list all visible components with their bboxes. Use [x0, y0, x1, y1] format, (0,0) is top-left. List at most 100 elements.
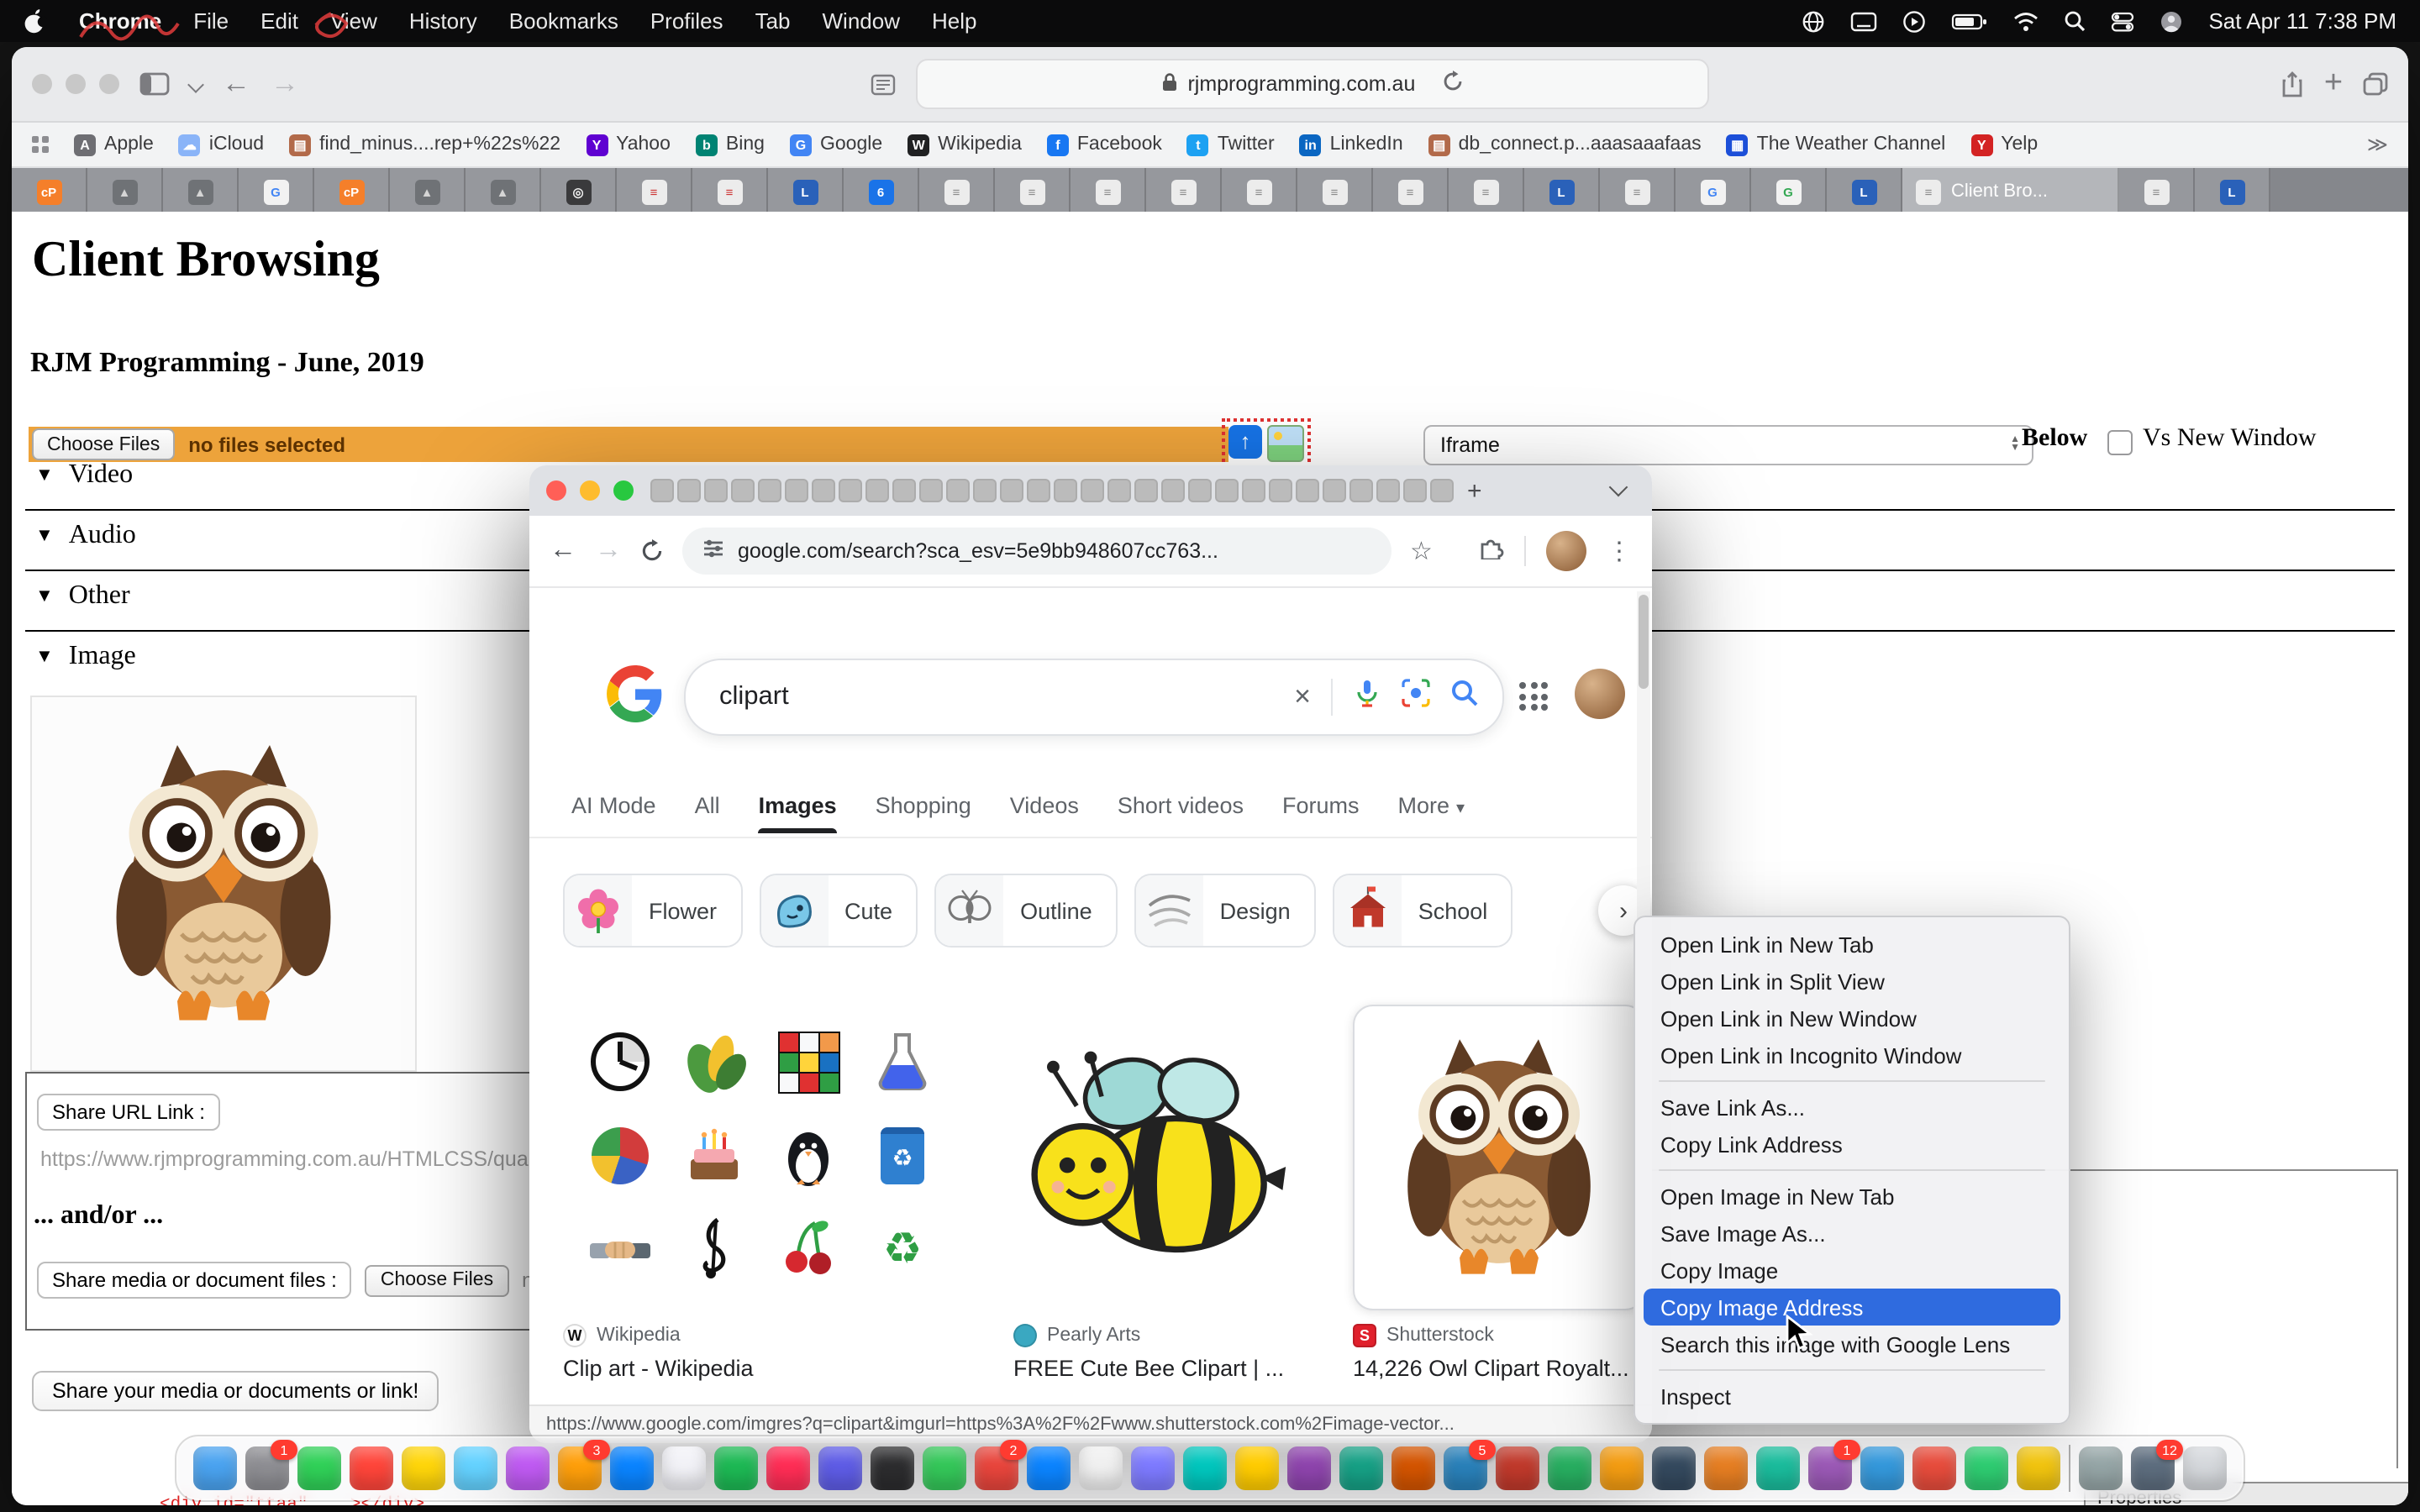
filter-chip[interactable]: Cute — [759, 874, 918, 948]
popup-tab-favicon[interactable] — [758, 479, 781, 502]
context-menu-item[interactable]: Open Link in New Tab — [1644, 926, 2060, 963]
menu-dots-icon[interactable]: ⋮ — [1607, 536, 1632, 566]
dock-app-icon[interactable] — [1652, 1446, 1696, 1490]
bookmarks-overflow-icon[interactable]: ≫ — [2367, 133, 2388, 156]
bookmark-item[interactable]: ▦The Weather Channel — [1727, 134, 1946, 155]
browser-tab[interactable]: cP — [314, 168, 390, 215]
result-tab[interactable]: Shopping — [876, 793, 971, 818]
browser-tab[interactable]: ≡ — [1071, 168, 1146, 215]
tab-overview-icon[interactable] — [2363, 72, 2388, 96]
window-controls[interactable] — [32, 74, 119, 94]
menu-item[interactable]: Profiles — [650, 8, 723, 34]
popup-window-controls[interactable] — [546, 480, 634, 501]
active-browser-tab[interactable]: ≡ Client Bro... — [1902, 168, 2119, 215]
popup-tab-favicon[interactable] — [1269, 479, 1292, 502]
result-tab[interactable]: More — [1398, 793, 1465, 818]
result-tab[interactable]: All — [695, 793, 720, 818]
menu-item[interactable]: Help — [932, 8, 977, 34]
popup-tab-favicon[interactable] — [704, 479, 728, 502]
dock-app-icon[interactable] — [2079, 1446, 2123, 1490]
dock-app-icon[interactable] — [1756, 1446, 1800, 1490]
dock-app-icon[interactable] — [2131, 1446, 2175, 1490]
result-tab[interactable]: Forums — [1282, 793, 1360, 818]
popup-tab-favicon[interactable] — [1000, 479, 1023, 502]
dock-app-icon[interactable] — [193, 1446, 237, 1490]
extensions-icon[interactable] — [1479, 534, 1504, 568]
browser-tab[interactable]: L — [1524, 168, 1600, 215]
dock-app-icon[interactable] — [1235, 1446, 1279, 1490]
section-other[interactable]: ▼Other — [35, 581, 130, 612]
apple-menu-icon[interactable] — [24, 8, 47, 34]
menu-item[interactable]: File — [193, 8, 229, 34]
zoom-window-icon[interactable] — [613, 480, 634, 501]
search-submit-icon[interactable] — [1450, 679, 1479, 716]
back-icon[interactable]: ← — [550, 536, 576, 566]
result-image-collage[interactable]: ♻ ♻ — [563, 1005, 960, 1307]
display-mode-select[interactable]: Iframe ▲▼ — [1423, 425, 2033, 465]
browser-tab[interactable]: ▲ — [390, 168, 466, 215]
browser-tab[interactable]: ≡ — [2119, 168, 2195, 215]
browser-tab[interactable]: ≡ — [617, 168, 692, 215]
result-caption[interactable]: Pearly Arts FREE Cute Bee Clipart | ... — [1013, 1324, 1400, 1381]
browser-tab[interactable]: ≡ — [995, 168, 1071, 215]
menu-item[interactable]: Bookmarks — [509, 8, 618, 34]
owl-image[interactable] — [30, 696, 417, 1072]
result-image-owl[interactable] — [1353, 1005, 1645, 1310]
popup-tab-favicon[interactable] — [865, 479, 889, 502]
filter-chip[interactable]: Design — [1134, 874, 1316, 948]
result-caption[interactable]: WWikipedia Clip art - Wikipedia — [563, 1324, 950, 1381]
search-query[interactable]: clipart — [719, 682, 1274, 712]
minimize-window-icon[interactable] — [66, 74, 86, 94]
menu-item[interactable]: Tab — [755, 8, 791, 34]
menu-item[interactable]: Edit — [260, 8, 298, 34]
drop-target[interactable]: ↑ — [1225, 422, 1307, 465]
result-caption[interactable]: SShutterstock 14,226 Owl Clipart Royalt.… — [1353, 1324, 1652, 1381]
browser-tab[interactable]: ≡ — [692, 168, 768, 215]
popup-tab-favicon[interactable] — [1403, 479, 1427, 502]
context-menu-item[interactable]: Open Image in New Tab — [1644, 1178, 2060, 1215]
dock-app-icon[interactable] — [2183, 1446, 2227, 1490]
context-menu-item[interactable]: Open Link in Split View — [1644, 963, 2060, 1000]
dock-app-icon[interactable] — [454, 1446, 497, 1490]
popup-tab-favicon[interactable] — [731, 479, 755, 502]
popup-new-tab-icon[interactable]: + — [1467, 476, 1482, 505]
dock-app-icon[interactable] — [2069, 1445, 2070, 1492]
google-lens-icon[interactable] — [1402, 679, 1430, 716]
result-tab[interactable]: AI Mode — [571, 793, 656, 818]
context-menu-item[interactable] — [1659, 1369, 2045, 1371]
dock-app-icon[interactable] — [1704, 1446, 1748, 1490]
filter-chip[interactable]: Outline — [934, 874, 1118, 948]
dock-app-icon[interactable] — [975, 1446, 1018, 1490]
filter-chip[interactable]: Flower — [563, 874, 742, 948]
vs-new-window-checkbox[interactable] — [2107, 430, 2133, 455]
browser-tab[interactable]: G — [239, 168, 314, 215]
dock-app-icon[interactable] — [1339, 1446, 1383, 1490]
browser-tab[interactable]: ▲ — [163, 168, 239, 215]
browser-tab[interactable]: ◎ — [541, 168, 617, 215]
dock-app-icon[interactable] — [1965, 1446, 2008, 1490]
tab-search-chevron-icon[interactable] — [1609, 478, 1628, 497]
browser-tab[interactable]: 6 — [844, 168, 919, 215]
bookmark-item[interactable]: GGoogle — [790, 134, 882, 155]
wifi-icon[interactable] — [2013, 11, 2039, 31]
dock-app-icon[interactable] — [871, 1446, 914, 1490]
menu-item[interactable]: View — [330, 8, 377, 34]
bookmark-item[interactable]: ☁iCloud — [179, 134, 264, 155]
menu-item[interactable]: Window — [823, 8, 901, 34]
search-box[interactable]: clipart × — [684, 659, 1504, 736]
popup-tab-favicon[interactable] — [919, 479, 943, 502]
dock-app-icon[interactable] — [1444, 1446, 1487, 1490]
popup-tab-favicon[interactable] — [892, 479, 916, 502]
share-icon[interactable] — [2281, 71, 2304, 97]
menu-clock[interactable]: Sat Apr 11 7:38 PM — [2208, 8, 2396, 34]
forward-icon[interactable]: → — [271, 67, 299, 101]
popup-tab-favicon[interactable] — [1188, 479, 1212, 502]
browser-tab[interactable]: ≡ — [1222, 168, 1297, 215]
popup-tab-favicon[interactable] — [1349, 479, 1373, 502]
browser-tab[interactable]: G — [1751, 168, 1827, 215]
browser-tab[interactable]: ≡ — [1600, 168, 1676, 215]
popup-address-bar[interactable]: google.com/search?sca_esv=5e9bb948607cc7… — [682, 528, 1392, 575]
dock-app-icon[interactable] — [1912, 1446, 1956, 1490]
bookmark-item[interactable]: AApple — [74, 134, 154, 155]
dock-app-icon[interactable] — [610, 1446, 654, 1490]
